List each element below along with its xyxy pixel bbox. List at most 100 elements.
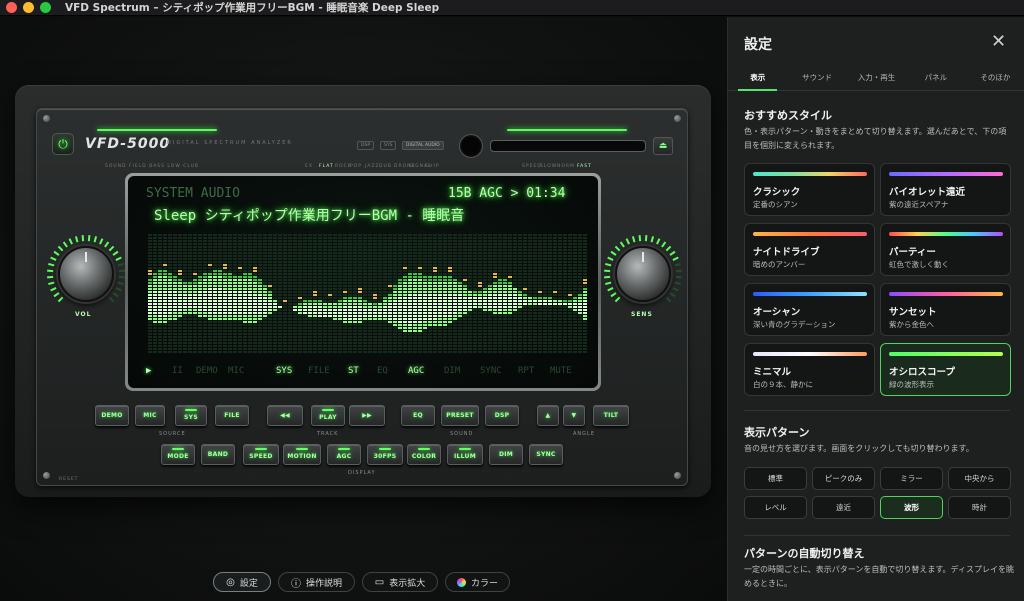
style-card[interactable]: クラシック 定番のシアン [744,163,875,216]
maximize-window-button[interactable] [40,2,51,13]
spectrum-cell [533,339,537,341]
pattern-option[interactable]: 波形 [880,496,943,519]
style-card[interactable]: ミニマル 白の９本、静かに [744,343,875,396]
spectrum-cell [458,348,462,350]
tab-input[interactable]: 入力・再生 [847,65,906,90]
vol-knob[interactable] [58,246,114,302]
power-button[interactable]: ⏻ [52,133,74,155]
spectrum-cell [193,321,197,323]
jog-button[interactable] [459,134,483,158]
spectrum-cell [188,258,192,260]
close-icon: ✕ [991,31,1007,52]
spectrum-cell [238,345,242,347]
spectrum-cell [243,333,247,335]
spectrum-cell [368,321,372,323]
spectrum-cell [343,282,347,284]
style-card[interactable]: パーティー 虹色で激しく動く [880,223,1011,276]
zoom-button[interactable]: ▭ 表示拡大 [362,572,438,592]
control-button-illum[interactable]: ILLUM [447,444,483,465]
pattern-option[interactable]: 遠近 [812,496,875,519]
control-button-play[interactable]: PLAY [311,405,345,426]
tab-sound[interactable]: サウンド [787,65,846,90]
spectrum-cell [408,333,412,335]
tab-panel[interactable]: パネル [906,65,965,90]
spectrum-cell [213,330,217,332]
control-button-eq[interactable]: EQ [401,405,435,426]
seek-back-button[interactable]: ◀◀ [267,405,303,426]
style-card[interactable]: オーシャン 深い青のグラデーション [744,283,875,336]
spectrum-cell [498,240,502,242]
spectrum-cell [478,321,482,323]
control-button-file[interactable]: FILE [215,405,249,426]
seek-forward-button[interactable]: ▶▶ [349,405,385,426]
spectrum-cell [413,273,417,275]
spectrum-cell [548,252,552,254]
spectrum-cell [203,336,207,338]
spectrum-cell [538,327,542,329]
control-button-dsp[interactable]: DSP [485,405,519,426]
control-button-sync[interactable]: SYNC [529,444,563,465]
settings-button[interactable]: ◎ 設定 [213,572,271,592]
pattern-option[interactable]: 標準 [744,467,807,490]
control-button-color[interactable]: COLOR [407,444,441,465]
pattern-option[interactable]: レベル [744,496,807,519]
spectrum-cell [203,312,207,314]
control-button-motion[interactable]: MOTION [283,444,321,465]
spectrum-cell [278,249,282,251]
spectrum-cell [258,282,262,284]
spectrum-cell [513,297,517,299]
spectrum-cell [533,297,537,299]
control-button-agc[interactable]: AGC [327,444,361,465]
control-button-speed[interactable]: SPEED [243,444,279,465]
screw [43,115,50,122]
spectrum-cell [303,300,307,302]
spectrum-cell [463,234,467,236]
spectrum-cell [198,294,202,296]
control-button-mode[interactable]: MODE [161,444,195,465]
spectrum-cell [388,348,392,350]
control-button-band[interactable]: BAND [201,444,235,465]
spectrum-cell [373,339,377,341]
pattern-option[interactable]: 中央から [948,467,1011,490]
control-button-tilt[interactable]: TILT [593,405,629,426]
vfd-screen[interactable]: SYSTEM AUDIO 15B AGC > 01:34 Sleep シティポッ… [128,176,598,388]
control-button-30fps[interactable]: 30FPS [367,444,403,465]
angle-down-button[interactable]: ▼ [563,405,585,426]
spectrum-cell [273,309,277,311]
color-button[interactable]: カラー [445,572,510,592]
close-panel-button[interactable]: ✕ [991,31,1006,52]
close-window-button[interactable] [6,2,17,13]
sens-knob[interactable] [615,246,671,302]
spectrum-cell [228,240,232,242]
spectrum-cell [393,297,397,299]
spectrum-cell [553,270,557,272]
eject-button[interactable]: ⏏ [653,137,673,155]
control-button-dim[interactable]: DIM [489,444,523,465]
spectrum-cell [428,330,432,332]
control-button-mic[interactable]: MIC [135,405,165,426]
control-button-demo[interactable]: DEMO [95,405,129,426]
spectrum-cell [533,345,537,347]
spectrum-cell [458,306,462,308]
help-button[interactable]: ⓘ 操作説明 [278,572,355,592]
spectrum-cell [398,324,402,326]
vfd-band-info: 15B AGC > 01:34 [448,186,566,201]
pattern-option[interactable]: ミラー [880,467,943,490]
control-button-preset[interactable]: PRESET [441,405,479,426]
control-button-sys[interactable]: SYS [175,405,207,426]
angle-up-button[interactable]: ▲ [537,405,559,426]
spectrum-cell [168,324,172,326]
spectrum-cell [353,345,357,347]
spectrum-cell [243,297,247,299]
pattern-option[interactable]: ピークのみ [812,467,875,490]
style-card[interactable]: ナイトドライブ 暗めのアンバー [744,223,875,276]
style-card[interactable]: オシロスコープ 緑の波形表示 [880,343,1011,396]
spectrum-cell [283,303,287,305]
pattern-option[interactable]: 時計 [948,496,1011,519]
tab-display[interactable]: 表示 [728,65,787,91]
style-card[interactable]: サンセット 紫から金色へ [880,283,1011,336]
tab-other[interactable]: そのほか [966,65,1024,90]
spectrum-cell [438,327,442,329]
minimize-window-button[interactable] [23,2,34,13]
style-card[interactable]: バイオレット遠近 紫の遠近スペアナ [880,163,1011,216]
